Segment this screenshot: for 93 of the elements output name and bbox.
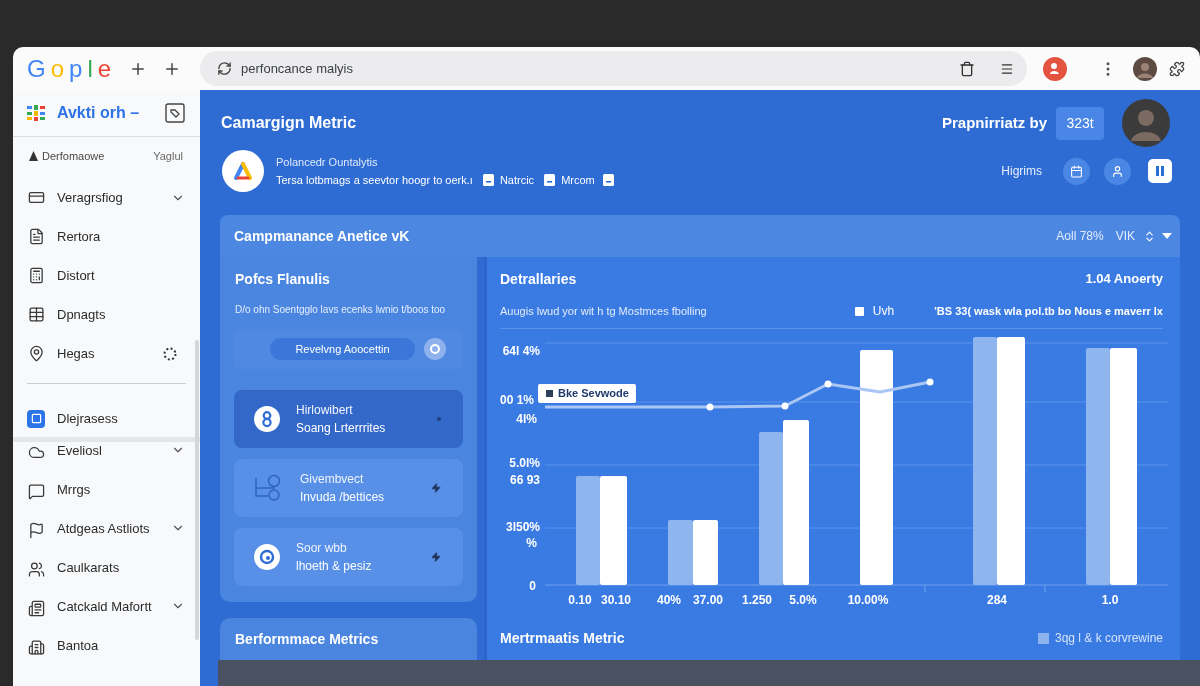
axis-label: 5.0l%: [509, 456, 540, 470]
axis-label: 4l%: [516, 412, 537, 426]
chart-summary: 1.04 Anoerty: [1085, 270, 1163, 289]
card-subtitle: D/o ohn Soentgglo lavs ecenks lwnio t/boos too: [235, 303, 446, 317]
chart-note: 'BS 33( wask wla pol.tb bo Nous e maverr lx: [934, 303, 1163, 319]
tag-icon[interactable]: [165, 103, 185, 123]
user-icon: [1111, 164, 1124, 178]
app-title: Avkti orh –: [57, 103, 140, 123]
legend-marker-icon: [546, 390, 553, 397]
grid-icon: [27, 105, 45, 121]
pause-button[interactable]: [1148, 159, 1172, 183]
rings-icon: [254, 406, 280, 432]
panel-stat: Aoll 78%: [1056, 228, 1104, 245]
tooltip-label: Bke Sevwode: [558, 386, 629, 402]
sort-icon[interactable]: [1143, 229, 1156, 243]
logo-icon: [222, 150, 264, 192]
chart-subtitle: Auugis lwud yor wit h tg Mostmces fbolling: [500, 303, 707, 319]
category-label: 40%: [657, 593, 681, 607]
triangle-icon: [29, 151, 38, 161]
dot-icon: [437, 417, 441, 421]
user-button[interactable]: [1104, 157, 1131, 185]
legend-marker-icon: [1037, 632, 1049, 644]
avatar-icon[interactable]: [1133, 56, 1157, 81]
sidebar-item[interactable]: Catckald Mafortt: [13, 598, 200, 637]
address-field[interactable]: perfoncance malyis: [200, 51, 1027, 86]
note-icon: [602, 174, 614, 186]
category-label: 5.0%: [789, 593, 817, 607]
axis-label: 00 1%: [499, 393, 534, 407]
data-point: [926, 378, 934, 386]
chart-bar: [693, 520, 718, 585]
tag-label: Natrcic: [499, 172, 535, 188]
section-label: Derfomaowe: [42, 148, 105, 164]
legend-marker-icon: [854, 306, 864, 316]
profile-icon[interactable]: [1043, 56, 1067, 81]
actions-label: Higrims: [1001, 163, 1042, 180]
page-title: Camargign Metric: [221, 113, 357, 133]
pause-icon: [1155, 166, 1165, 176]
axis-label: 0: [529, 579, 536, 593]
ring-icon[interactable]: [424, 338, 446, 360]
data-point: [706, 403, 714, 411]
note-icon: [482, 174, 494, 186]
puzzle-icon[interactable]: [1169, 60, 1185, 77]
refresh-icon: [217, 61, 232, 76]
legend-label: 3qg l & k corvrewine: [1054, 630, 1163, 647]
category-label: 37.00: [693, 593, 723, 607]
trash-icon[interactable]: [959, 60, 975, 77]
category-label: 1.250: [742, 593, 772, 607]
sidebar-item[interactable]: Hegas: [13, 334, 200, 373]
section-value: Yaglul: [153, 148, 183, 164]
account-label: Prapnirriatz by: [941, 112, 1047, 133]
card-title: Pofcs Flanulis: [235, 271, 330, 287]
sidebar-item[interactable]: Dpnagts: [13, 295, 200, 334]
category-label: 30.10: [601, 593, 631, 607]
menu-icon[interactable]: [1000, 61, 1014, 76]
chart-bar: [668, 520, 693, 585]
filter-pill[interactable]: Revelvng Aoocettin: [270, 338, 415, 360]
category-label: 0.10: [568, 593, 592, 607]
account-badge: 323t: [1056, 106, 1104, 140]
panel-stat: VIK: [1115, 228, 1135, 245]
axis-label: 64l 4%: [502, 344, 540, 358]
tag-label: Mrcom: [561, 172, 595, 188]
category-label: 10.00%: [847, 593, 889, 607]
app-description: Tersa lotbmags a seevtor hoogr to oerk.ı: [276, 172, 473, 188]
axis-label: 3l50%: [505, 520, 540, 534]
sidebar-item[interactable]: Rertora: [13, 217, 200, 256]
bolt-icon: [431, 483, 441, 493]
sidebar-item[interactable]: Caulkarats: [13, 559, 200, 598]
calendar-button[interactable]: [1063, 157, 1090, 185]
scrollbar[interactable]: [195, 340, 199, 640]
data-point: [824, 380, 832, 388]
axis-label: 66 93: [509, 473, 540, 487]
sidebar-item[interactable]: Atdgeas Astliots: [13, 520, 200, 559]
section-title: Mertrmaatis Metric: [500, 628, 625, 648]
chart-title: Detrallaries: [500, 269, 577, 289]
legend-label: Uvh: [872, 303, 895, 320]
ring-icon: [254, 544, 280, 570]
sidebar-item[interactable]: Distort: [13, 256, 200, 295]
list-item[interactable]: Hirlowibert Soang Lrterrrites: [234, 390, 463, 448]
category-label: 1.0: [1101, 593, 1119, 607]
note-icon: [544, 174, 556, 186]
app-name: Polancedr Ountalytis: [276, 154, 379, 170]
bolt-icon: [431, 552, 441, 562]
category-label: 284: [987, 593, 1007, 607]
axis-label: %: [526, 536, 537, 550]
card-title: Berformmace Metrics: [235, 629, 379, 649]
sidebar-item[interactable]: Veragrsfiog: [13, 178, 200, 217]
calendar-icon: [1070, 164, 1083, 178]
sidebar-item[interactable]: Mrrgs: [13, 481, 200, 520]
sidebar-item[interactable]: Eveliosl: [13, 442, 200, 481]
sidebar-item[interactable]: Bantoa: [13, 637, 200, 676]
data-point: [781, 402, 789, 410]
caret-icon[interactable]: [1162, 233, 1172, 239]
panel-title: Campmanance Anetice vK: [234, 226, 410, 246]
